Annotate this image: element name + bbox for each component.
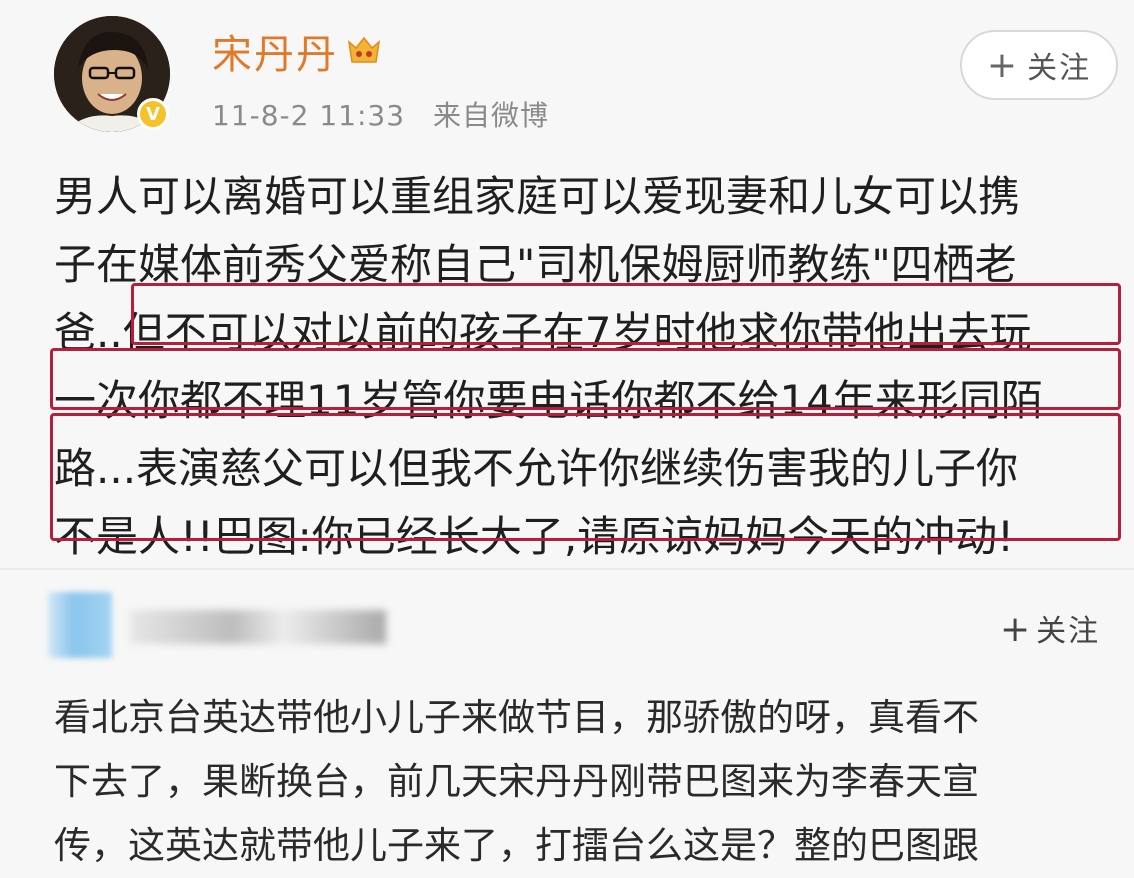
post-meta: 11-8-2 11:33 来自微博: [212, 94, 567, 134]
commenter-follow-button[interactable]: + 关注: [1000, 606, 1100, 650]
comment-line: 看北京台英达带他小儿子来做节目，那骄傲的呀，真看不: [54, 696, 979, 739]
follow-button[interactable]: + 关注: [960, 30, 1118, 100]
commenter-follow-label: 关注: [1036, 614, 1101, 649]
post-timestamp: 11-8-2 11:33: [212, 99, 406, 132]
plus-icon: +: [1000, 609, 1033, 650]
author-name[interactable]: 宋丹丹: [212, 22, 338, 80]
post-line: 男人可以离婚可以重组家庭可以爱现妻和儿女可以携: [54, 172, 1021, 221]
section-divider: [0, 568, 1134, 570]
comment-line: 下去了，果断换台，前几天宋丹丹刚带巴图来为李春天宣: [54, 760, 979, 803]
highlight-box: [50, 413, 1121, 541]
post-source[interactable]: 来自微博: [433, 99, 549, 132]
plus-icon: +: [986, 44, 1020, 86]
highlight-box: [131, 283, 1121, 345]
commenter-name[interactable]: [130, 610, 386, 644]
follow-button-label: 关注: [1027, 51, 1092, 86]
comment-content: 看北京台英达带他小儿子来做节目，那骄傲的呀，真看不 下去了，果断换台，前几天宋丹…: [54, 686, 1124, 878]
highlight-box: [50, 348, 1121, 410]
verified-badge-icon: V: [137, 98, 169, 130]
vip-crown-icon: [347, 36, 381, 63]
commenter-avatar[interactable]: [48, 592, 112, 658]
comment-line: 传，这英达就带他儿子来了，打擂台么这是？整的巴图跟: [54, 824, 979, 867]
